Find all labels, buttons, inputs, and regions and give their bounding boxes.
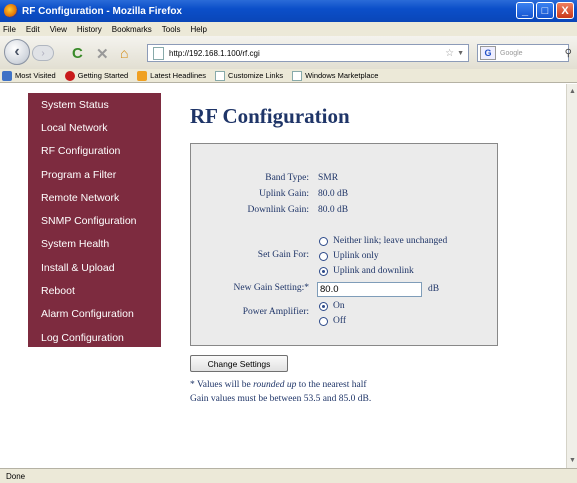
- power-amplifier-label: Power Amplifier:: [242, 307, 309, 317]
- uplink-gain-value: 80.0 dB: [318, 189, 349, 199]
- status-text: Done: [6, 471, 26, 481]
- sidebar-item-remote-network[interactable]: Remote Network: [28, 186, 161, 209]
- band-type-value: SMR: [318, 173, 339, 183]
- sidebar-item-system-health[interactable]: System Health: [28, 233, 161, 256]
- rf-settings-panel: Band Type: SMR Uplink Gain: 80.0 dB Down…: [190, 143, 498, 346]
- forward-button[interactable]: ›: [32, 45, 54, 61]
- forward-arrow-icon: ›: [41, 47, 45, 59]
- sidebar-item-alarm-configuration[interactable]: Alarm Configuration: [28, 303, 161, 326]
- most-visited-icon: [2, 70, 12, 81]
- bookmark-customize-links[interactable]: Customize Links: [215, 70, 283, 81]
- page-icon: [215, 70, 226, 81]
- sidebar-item-reboot[interactable]: Reboot: [28, 279, 161, 302]
- sidebar-item-program-filter[interactable]: Program a Filter: [28, 163, 161, 186]
- sidebar-item-snmp-configuration[interactable]: SNMP Configuration: [28, 209, 161, 232]
- new-gain-label: New Gain Setting:*: [233, 283, 309, 293]
- scroll-up-icon[interactable]: ▲: [569, 88, 576, 95]
- menu-tools[interactable]: Tools: [162, 25, 181, 34]
- bookmarks-toolbar: Most Visited Getting Started Latest Head…: [0, 69, 577, 83]
- sidebar-item-install-upload[interactable]: Install & Upload: [28, 256, 161, 279]
- search-box[interactable]: G Google ⚲: [477, 44, 572, 62]
- radio-amp-off[interactable]: Off: [319, 316, 346, 326]
- chevron-down-icon[interactable]: ▼: [457, 50, 464, 57]
- menu-bar: File Edit View History Bookmarks Tools H…: [0, 22, 577, 36]
- sidebar-item-system-status[interactable]: System Status: [28, 93, 161, 116]
- radio-uplink-and-downlink[interactable]: Uplink and downlink: [319, 266, 414, 276]
- search-icon[interactable]: ⚲: [565, 48, 572, 59]
- radio-button[interactable]: [319, 316, 328, 326]
- maximize-button[interactable]: □: [536, 2, 554, 19]
- set-gain-label: Set Gain For:: [257, 250, 309, 260]
- radio-button[interactable]: [319, 251, 328, 261]
- sidebar-nav: System Status Local Network RF Configura…: [28, 93, 161, 347]
- status-bar: Done: [0, 468, 577, 483]
- sidebar-item-log-configuration[interactable]: Log Configuration: [28, 326, 161, 349]
- menu-edit[interactable]: Edit: [26, 25, 40, 34]
- bookmark-most-visited[interactable]: Most Visited: [2, 70, 56, 81]
- minimize-button[interactable]: _: [516, 2, 534, 19]
- sidebar-item-local-network[interactable]: Local Network: [28, 116, 161, 139]
- window-titlebar: RF Configuration - Mozilla Firefox _ □ X: [0, 0, 577, 22]
- radio-button[interactable]: [319, 236, 328, 246]
- gain-range-note: Gain values must be between 53.5 and 85.…: [190, 394, 372, 404]
- url-bar[interactable]: http://192.168.1.100/rf.cgi ☆ ▼: [147, 44, 469, 62]
- navigation-toolbar: ‹ › C ✕ ⌂ http://192.168.1.100/rf.cgi ☆ …: [0, 36, 577, 69]
- back-button[interactable]: ‹: [4, 39, 30, 65]
- band-type-label: Band Type:: [265, 173, 309, 183]
- star-icon[interactable]: ☆: [445, 48, 454, 59]
- radio-button[interactable]: [319, 301, 328, 311]
- change-settings-button[interactable]: Change Settings: [190, 355, 288, 372]
- menu-history[interactable]: History: [77, 25, 102, 34]
- stop-icon[interactable]: ✕: [96, 45, 109, 63]
- gain-unit: dB: [428, 284, 440, 294]
- sidebar-item-rf-configuration[interactable]: RF Configuration: [28, 140, 161, 163]
- page-content: System Status Local Network RF Configura…: [0, 84, 566, 468]
- reload-icon[interactable]: C: [72, 45, 83, 62]
- search-input[interactable]: Google: [500, 50, 568, 57]
- menu-bookmarks[interactable]: Bookmarks: [112, 25, 152, 34]
- radio-amp-on[interactable]: On: [319, 301, 345, 311]
- bookmark-latest-headlines[interactable]: Latest Headlines: [137, 70, 206, 81]
- scroll-down-icon[interactable]: ▼: [569, 457, 576, 464]
- window-title: RF Configuration - Mozilla Firefox: [22, 5, 182, 17]
- radio-neither-link[interactable]: Neither link; leave unchanged: [319, 236, 447, 246]
- uplink-gain-label: Uplink Gain:: [259, 189, 309, 199]
- radio-button[interactable]: [319, 266, 328, 276]
- url-text[interactable]: http://192.168.1.100/rf.cgi: [169, 49, 445, 58]
- vertical-scrollbar[interactable]: ▲ ▼: [566, 84, 577, 468]
- downlink-gain-value: 80.0 dB: [318, 205, 349, 215]
- close-button[interactable]: X: [556, 2, 574, 19]
- new-gain-input[interactable]: 80.0: [317, 282, 422, 297]
- bookmark-windows-marketplace[interactable]: Windows Marketplace: [292, 70, 378, 81]
- rounding-note: * Values will be rounded up to the neare…: [190, 380, 367, 390]
- radio-uplink-only[interactable]: Uplink only: [319, 251, 379, 261]
- bookmark-getting-started[interactable]: Getting Started: [64, 70, 128, 81]
- back-arrow-icon: ‹: [14, 43, 20, 60]
- page-icon: [153, 46, 164, 60]
- page-title: RF Configuration: [190, 104, 350, 128]
- rss-icon: [137, 70, 148, 81]
- menu-help[interactable]: Help: [190, 25, 206, 34]
- firefox-logo-icon: [4, 4, 18, 18]
- menu-view[interactable]: View: [50, 25, 67, 34]
- home-icon[interactable]: ⌂: [120, 45, 128, 61]
- getting-started-icon: [64, 70, 75, 81]
- menu-file[interactable]: File: [3, 25, 16, 34]
- google-icon[interactable]: G: [480, 46, 496, 60]
- page-icon: [292, 70, 303, 81]
- downlink-gain-label: Downlink Gain:: [247, 205, 309, 215]
